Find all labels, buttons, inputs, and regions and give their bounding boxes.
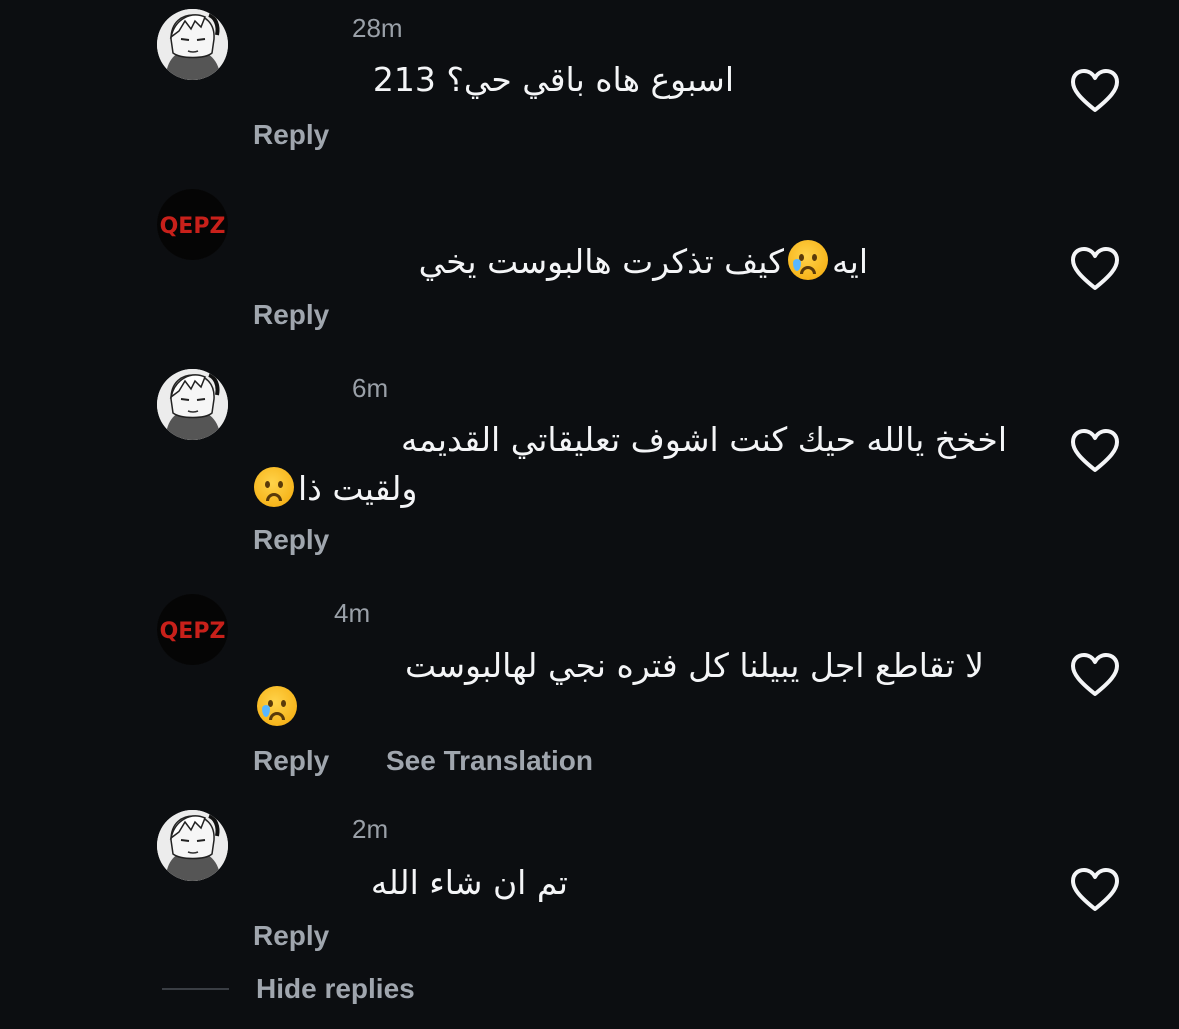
heart-icon[interactable] bbox=[1070, 867, 1120, 913]
reply-button[interactable]: Reply bbox=[253, 524, 329, 556]
qepz-logo-image: QEPZ bbox=[157, 189, 228, 260]
reply-button[interactable]: Reply bbox=[253, 745, 329, 777]
comment-text: لا تقاطع اجل يبيلنا كل فتره نجي لهالبوست bbox=[405, 646, 984, 685]
manga-avatar-image bbox=[157, 810, 228, 881]
reply-button[interactable]: Reply bbox=[253, 299, 329, 331]
heart-icon[interactable] bbox=[1070, 68, 1120, 114]
see-translation-button[interactable]: See Translation bbox=[386, 745, 593, 777]
comment-text-part: ولقيت ذا bbox=[298, 469, 418, 508]
comment-time: 2m bbox=[352, 814, 389, 844]
comment-text: ايه كيف تذكرت هالبوست يخي bbox=[419, 238, 868, 286]
crying-face-icon bbox=[787, 240, 828, 280]
avatar[interactable]: QEPZ bbox=[157, 594, 228, 665]
qepz-logo-image: QEPZ bbox=[157, 594, 228, 665]
avatar[interactable]: QEPZ bbox=[157, 189, 228, 260]
reply-button[interactable]: Reply bbox=[253, 920, 329, 952]
comment-time: 6m bbox=[352, 373, 389, 403]
crying-face-icon bbox=[257, 686, 297, 726]
avatar[interactable] bbox=[157, 810, 228, 881]
comment-text: ولقيت ذا bbox=[250, 465, 417, 513]
avatar[interactable] bbox=[157, 9, 228, 80]
comment-time: 28m bbox=[352, 13, 403, 43]
comment-text bbox=[253, 684, 301, 732]
avatar[interactable] bbox=[157, 369, 228, 440]
heart-icon[interactable] bbox=[1070, 428, 1120, 474]
qepz-logo-text: QEPZ bbox=[160, 619, 226, 644]
comment-text-part: كيف تذكرت هالبوست يخي bbox=[418, 242, 784, 281]
comment-time: 4m bbox=[334, 598, 371, 628]
comment-text-part: ايه bbox=[831, 242, 868, 281]
frowning-face-icon bbox=[254, 467, 294, 507]
heart-icon[interactable] bbox=[1070, 246, 1120, 292]
manga-avatar-image bbox=[157, 369, 228, 440]
hide-replies-button[interactable]: Hide replies bbox=[256, 973, 415, 1005]
manga-avatar-image bbox=[157, 9, 228, 80]
comment-text: اسبوع هاه باقي حي؟ 213 bbox=[372, 60, 734, 99]
comment-text: تم ان شاء الله bbox=[370, 863, 568, 902]
reply-button[interactable]: Reply bbox=[253, 119, 329, 151]
divider bbox=[162, 988, 229, 990]
comment-text: اخخخ يالله حيك كنت اشوف تعليقاتي القديمه bbox=[401, 420, 1007, 459]
qepz-logo-text: QEPZ bbox=[160, 214, 226, 239]
heart-icon[interactable] bbox=[1070, 652, 1120, 698]
